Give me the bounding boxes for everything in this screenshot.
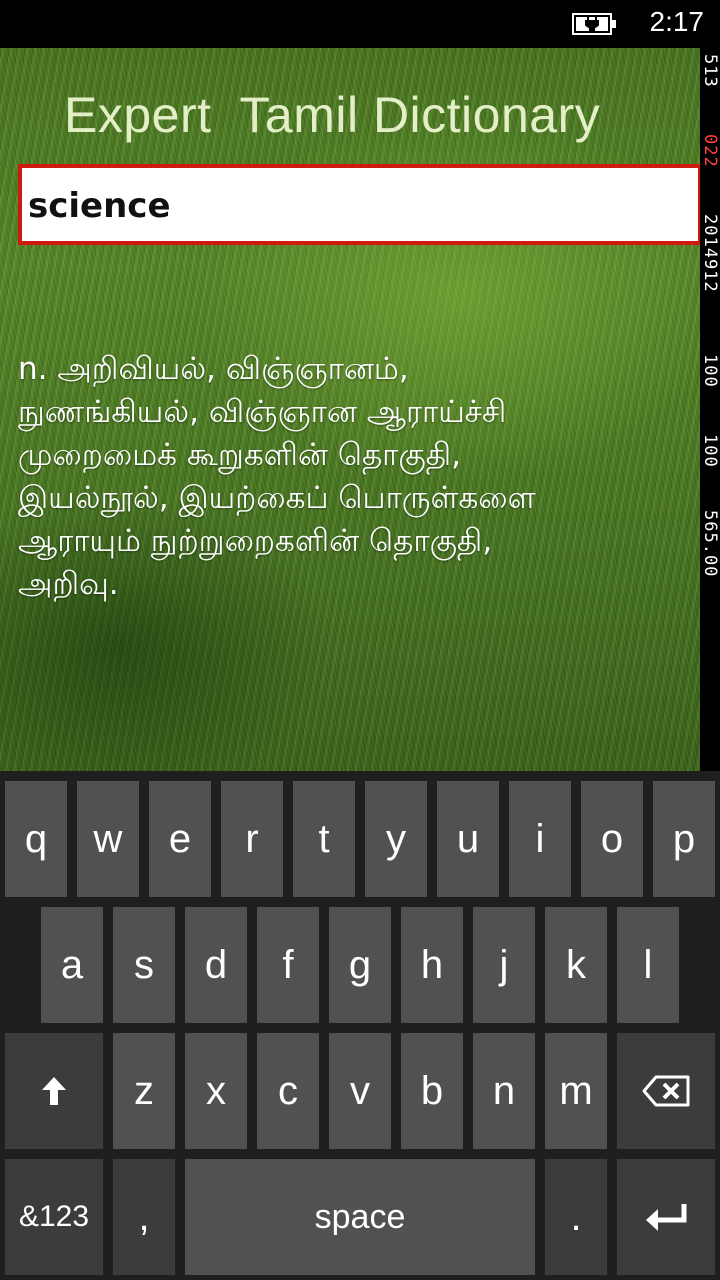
- key-i[interactable]: i: [509, 781, 571, 897]
- definition-text: n. அறிவியல், விஞ்ஞானம், நுணங்கியல், விஞ்…: [18, 348, 698, 606]
- key-a[interactable]: a: [41, 907, 103, 1023]
- key-u[interactable]: u: [437, 781, 499, 897]
- definition-line: அறிவு.: [18, 566, 119, 602]
- key-s[interactable]: s: [113, 907, 175, 1023]
- key-g[interactable]: g: [329, 907, 391, 1023]
- search-input[interactable]: [28, 176, 688, 236]
- key-d[interactable]: d: [185, 907, 247, 1023]
- debug-counter-strip: 513 022 2014912 100 100 565.00: [700, 48, 720, 771]
- key-v[interactable]: v: [329, 1033, 391, 1149]
- shift-arrow-icon: [39, 1074, 69, 1108]
- key-q[interactable]: q: [5, 781, 67, 897]
- enter-icon: [644, 1202, 688, 1232]
- key-h[interactable]: h: [401, 907, 463, 1023]
- backspace-key[interactable]: [617, 1033, 715, 1149]
- key-o[interactable]: o: [581, 781, 643, 897]
- space-key[interactable]: space: [185, 1159, 535, 1275]
- numbers-key[interactable]: &123: [5, 1159, 103, 1275]
- key-n[interactable]: n: [473, 1033, 535, 1149]
- search-box[interactable]: [18, 164, 702, 245]
- status-bar: 2:17: [0, 0, 720, 48]
- definition-line: ஆராயும் நுற்றுறைகளின் தொகுதி,: [18, 523, 493, 559]
- definition-line: முறைமைக் கூறுகளின் தொகுதி,: [18, 437, 461, 473]
- battery-charging-icon: [572, 12, 618, 36]
- key-l[interactable]: l: [617, 907, 679, 1023]
- debug-counter: 2014912: [700, 214, 720, 293]
- status-time: 2:17: [649, 6, 705, 37]
- key-b[interactable]: b: [401, 1033, 463, 1149]
- comma-key[interactable]: ,: [113, 1159, 175, 1275]
- key-c[interactable]: c: [257, 1033, 319, 1149]
- key-t[interactable]: t: [293, 781, 355, 897]
- definition-line: நுணங்கியல், விஞ்ஞான ஆராய்ச்சி: [18, 394, 507, 430]
- definition-line: இயல்நூல், இயற்கைப் பொருள்களை: [18, 480, 536, 516]
- key-m[interactable]: m: [545, 1033, 607, 1149]
- key-x[interactable]: x: [185, 1033, 247, 1149]
- debug-counter: 100: [700, 354, 720, 388]
- app-title: Expert Tamil Dictionary: [64, 87, 601, 143]
- key-w[interactable]: w: [77, 781, 139, 897]
- debug-counter: 100: [700, 434, 720, 468]
- on-screen-keyboard: q w e r t y u i o p a s d f g h j k l z …: [0, 771, 720, 1280]
- period-key[interactable]: .: [545, 1159, 607, 1275]
- app-main: Expert Tamil Dictionary n. அறிவியல், விஞ…: [0, 48, 720, 771]
- key-z[interactable]: z: [113, 1033, 175, 1149]
- key-j[interactable]: j: [473, 907, 535, 1023]
- backspace-icon: [642, 1075, 690, 1107]
- key-e[interactable]: e: [149, 781, 211, 897]
- enter-key[interactable]: [617, 1159, 715, 1275]
- key-k[interactable]: k: [545, 907, 607, 1023]
- key-y[interactable]: y: [365, 781, 427, 897]
- key-r[interactable]: r: [221, 781, 283, 897]
- debug-counter: 565.00: [700, 510, 720, 578]
- key-f[interactable]: f: [257, 907, 319, 1023]
- shift-key[interactable]: [5, 1033, 103, 1149]
- key-p[interactable]: p: [653, 781, 715, 897]
- debug-counter: 513: [700, 54, 720, 88]
- definition-line: n. அறிவியல், விஞ்ஞானம்,: [18, 351, 409, 387]
- debug-counter: 022: [700, 134, 720, 168]
